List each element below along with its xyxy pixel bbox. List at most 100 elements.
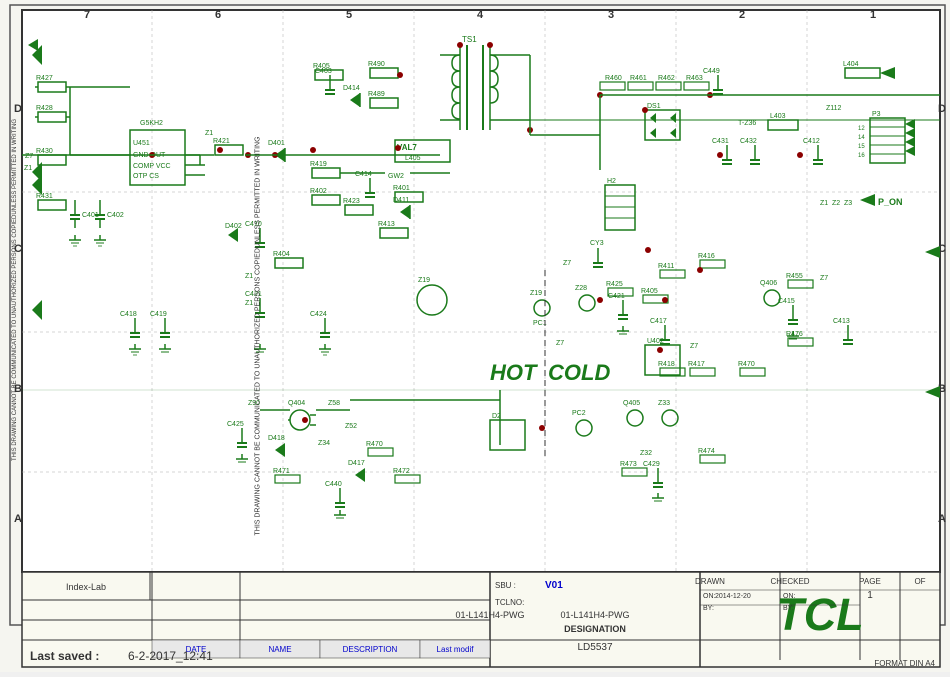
schematic-diagram: 7 6 5 4 3 2 1 7 6 5 4 3 2 1 D C B A D C … bbox=[0, 0, 950, 672]
svg-text:Index-Lab: Index-Lab bbox=[66, 582, 106, 592]
svg-text:G5KH2: G5KH2 bbox=[140, 120, 163, 127]
svg-text:D: D bbox=[938, 103, 946, 115]
svg-text:LD5537: LD5537 bbox=[577, 642, 612, 653]
svg-text:R427: R427 bbox=[36, 75, 53, 82]
svg-text:OF: OF bbox=[914, 577, 925, 586]
svg-text:C417: C417 bbox=[650, 318, 667, 325]
svg-text:PAGE: PAGE bbox=[859, 577, 881, 586]
svg-text:SBU :: SBU : bbox=[495, 581, 516, 590]
svg-text:L405: L405 bbox=[405, 155, 421, 162]
svg-text:A: A bbox=[14, 513, 22, 525]
svg-text:NAME: NAME bbox=[268, 645, 291, 654]
svg-text:T-Z36: T-Z36 bbox=[738, 120, 756, 127]
svg-text:1: 1 bbox=[867, 590, 873, 601]
svg-text:THIS DRAWING CANNOT BE COMMUNI: THIS DRAWING CANNOT BE COMMUNICATED TO U… bbox=[12, 119, 18, 461]
svg-text:V01: V01 bbox=[545, 580, 563, 591]
svg-text:C415: C415 bbox=[778, 298, 795, 305]
svg-text:COMP VCC: COMP VCC bbox=[133, 163, 171, 170]
svg-text:Z19: Z19 bbox=[418, 277, 430, 284]
svg-text:TCLNO:: TCLNO: bbox=[495, 598, 524, 607]
svg-text:P_ON: P_ON bbox=[878, 197, 903, 207]
svg-text:Z7: Z7 bbox=[820, 275, 828, 282]
svg-text:Z2: Z2 bbox=[832, 200, 840, 207]
svg-text:Z32: Z32 bbox=[640, 450, 652, 457]
schematic-container: THIS DRAWING CANNOT BE COMMUNICATED TO U… bbox=[0, 0, 950, 672]
svg-text:TS1: TS1 bbox=[462, 35, 477, 44]
svg-text:R489: R489 bbox=[368, 91, 385, 98]
svg-text:R471: R471 bbox=[273, 468, 290, 475]
svg-text:L403: L403 bbox=[770, 113, 786, 120]
svg-text:DS1: DS1 bbox=[647, 103, 661, 110]
svg-text:P3: P3 bbox=[872, 111, 881, 118]
svg-text:5: 5 bbox=[346, 9, 352, 21]
svg-text:Z52: Z52 bbox=[345, 423, 357, 430]
svg-text:GW2: GW2 bbox=[388, 173, 404, 180]
svg-text:Z7: Z7 bbox=[25, 153, 33, 160]
svg-text:D414: D414 bbox=[343, 85, 360, 92]
svg-text:CHECKED: CHECKED bbox=[770, 577, 809, 586]
svg-text:R472: R472 bbox=[393, 468, 410, 475]
svg-text:R490: R490 bbox=[368, 61, 385, 68]
svg-text:R474: R474 bbox=[698, 448, 715, 455]
svg-text:R470: R470 bbox=[366, 441, 383, 448]
svg-text:R411: R411 bbox=[658, 263, 674, 270]
svg-text:Q406: Q406 bbox=[760, 280, 777, 287]
svg-text:7: 7 bbox=[84, 9, 90, 21]
svg-text:R404: R404 bbox=[273, 251, 290, 258]
svg-text:Z58: Z58 bbox=[328, 400, 340, 407]
svg-text:R455: R455 bbox=[786, 273, 803, 280]
svg-text:R417: R417 bbox=[688, 361, 705, 368]
svg-text:2: 2 bbox=[739, 9, 745, 21]
svg-text:C419: C419 bbox=[150, 311, 167, 318]
svg-text:Z33: Z33 bbox=[658, 400, 670, 407]
svg-text:R462: R462 bbox=[658, 75, 675, 82]
svg-text:R401: R401 bbox=[393, 185, 410, 192]
svg-text:R416: R416 bbox=[698, 253, 715, 260]
svg-text:R421: R421 bbox=[213, 138, 230, 145]
svg-text:C413: C413 bbox=[833, 318, 850, 325]
svg-text:C421: C421 bbox=[608, 293, 625, 300]
svg-text:4: 4 bbox=[477, 9, 484, 21]
svg-text:U402: U402 bbox=[647, 338, 664, 345]
svg-text:R473: R473 bbox=[620, 461, 637, 468]
svg-text:PC2: PC2 bbox=[572, 410, 586, 417]
svg-text:C418: C418 bbox=[120, 311, 137, 318]
svg-text:R419: R419 bbox=[310, 161, 327, 168]
svg-text:C432: C432 bbox=[740, 138, 757, 145]
svg-text:6: 6 bbox=[215, 9, 221, 21]
svg-text:Last modif: Last modif bbox=[437, 645, 475, 654]
svg-text:D417: D417 bbox=[348, 460, 365, 467]
svg-text:R430: R430 bbox=[36, 148, 53, 155]
svg-text:ON:: ON: bbox=[783, 593, 796, 600]
svg-text:3: 3 bbox=[608, 9, 614, 21]
svg-text:Z1: Z1 bbox=[205, 130, 213, 137]
svg-text:15: 15 bbox=[858, 144, 865, 150]
svg-text:L404: L404 bbox=[843, 61, 859, 68]
svg-text:HOT: HOT bbox=[490, 360, 538, 385]
svg-text:Z3: Z3 bbox=[844, 200, 852, 207]
svg-text:6-2-2017_12:41: 6-2-2017_12:41 bbox=[128, 649, 213, 663]
svg-text:R423: R423 bbox=[343, 198, 360, 205]
svg-text:R413: R413 bbox=[378, 221, 395, 228]
warning-text: THIS DRAWING CANNOT BE COMMUNICATED TO U… bbox=[255, 86, 262, 586]
svg-text:01-L141H4-PWG: 01-L141H4-PWG bbox=[560, 610, 629, 620]
svg-text:H2: H2 bbox=[607, 178, 616, 185]
svg-text:Z7: Z7 bbox=[563, 260, 571, 267]
svg-text:C429: C429 bbox=[643, 461, 660, 468]
svg-text:BY:: BY: bbox=[783, 605, 794, 612]
svg-text:Z112: Z112 bbox=[826, 105, 842, 112]
svg-text:R463: R463 bbox=[686, 75, 703, 82]
svg-text:R428: R428 bbox=[36, 105, 53, 112]
svg-text:Z7: Z7 bbox=[556, 340, 564, 347]
svg-text:12: 12 bbox=[858, 126, 865, 132]
svg-text:C412: C412 bbox=[803, 138, 820, 145]
svg-text:R402: R402 bbox=[310, 188, 327, 195]
svg-text:D402: D402 bbox=[225, 223, 242, 230]
svg-text:Z1: Z1 bbox=[820, 200, 828, 207]
svg-text:Z19: Z19 bbox=[530, 290, 542, 297]
svg-text:Z7: Z7 bbox=[690, 343, 698, 350]
svg-text:R460: R460 bbox=[605, 75, 622, 82]
svg-text:Z1: Z1 bbox=[245, 300, 253, 307]
svg-text:D411: D411 bbox=[393, 197, 409, 204]
svg-text:1: 1 bbox=[870, 9, 876, 21]
